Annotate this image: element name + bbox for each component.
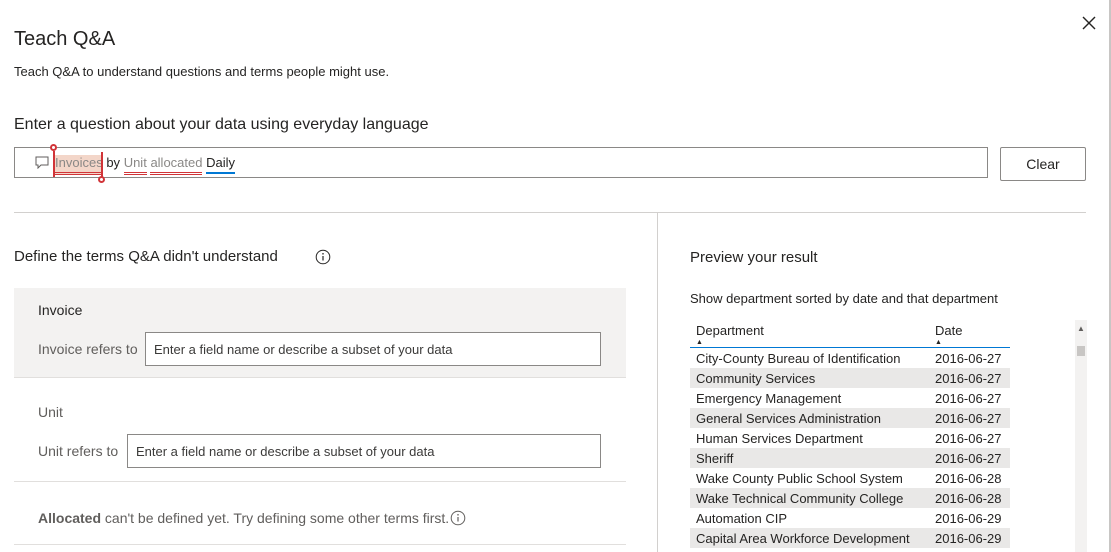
section-divider xyxy=(14,212,1086,213)
column-header-date[interactable]: Date xyxy=(935,323,962,338)
cell-department: Emergency Management xyxy=(696,391,842,406)
cell-department: Wake Technical Community College xyxy=(696,491,904,506)
dialog-subtitle: Teach Q&A to understand questions and te… xyxy=(14,64,390,79)
cell-date: 2016-06-29 xyxy=(935,531,1002,546)
preview-heading: Preview your result xyxy=(690,249,818,266)
term-separator xyxy=(14,481,626,482)
selection-handle-start[interactable] xyxy=(50,144,62,184)
info-icon[interactable] xyxy=(315,249,331,265)
table-row: Human Services Department 2016-06-27 xyxy=(690,428,1010,448)
allocated-term: Allocated xyxy=(38,510,102,526)
selection-handle-end[interactable] xyxy=(98,152,110,186)
column-header-department[interactable]: Department xyxy=(696,323,764,338)
cell-date: 2016-06-27 xyxy=(935,431,1002,446)
cell-department: General Services Administration xyxy=(696,411,881,426)
cell-department: Sheriff xyxy=(696,451,734,466)
token-allocated[interactable]: allocated xyxy=(150,155,203,175)
table-row: Community Services 2016-06-27 xyxy=(690,368,1010,388)
define-terms-heading: Define the terms Q&A didn't understand xyxy=(14,248,278,265)
allocated-note: Allocated can't be defined yet. Try defi… xyxy=(38,510,449,526)
chat-bubble-icon xyxy=(35,156,49,169)
sort-ascending-icon: ▲ xyxy=(935,339,942,346)
table-row: General Services Administration 2016-06-2… xyxy=(690,408,1010,428)
token-daily[interactable]: Daily xyxy=(206,155,236,174)
cell-date: 2016-06-28 xyxy=(935,491,1002,506)
cell-date: 2016-06-29 xyxy=(935,511,1002,526)
table-header: Department ▲ Date ▲ xyxy=(690,322,1010,348)
table-row: Capital Area Workforce Development 2016-0… xyxy=(690,528,1010,548)
table-row: Automation CIP 2016-06-29 xyxy=(690,508,1010,528)
cell-date: 2016-06-27 xyxy=(935,391,1002,406)
scroll-up-icon[interactable]: ▲ xyxy=(1077,324,1085,333)
invoice-definition-input[interactable] xyxy=(145,332,601,366)
unit-term-name: Unit xyxy=(38,404,63,420)
cell-department: Automation CIP xyxy=(696,511,788,526)
token-unit[interactable]: Unit xyxy=(123,155,147,175)
preview-table: Department ▲ Date ▲ City-County Bureau o… xyxy=(690,322,1010,548)
close-icon xyxy=(1082,16,1096,30)
table-row: City-County Bureau of Identification 2016… xyxy=(690,348,1010,368)
preview-caption: Show department sorted by date and that … xyxy=(690,291,998,306)
scroll-thumb[interactable] xyxy=(1077,346,1085,356)
allocated-info-icon[interactable] xyxy=(450,510,466,526)
cell-date: 2016-06-27 xyxy=(935,371,1002,386)
invoice-term-name: Invoice xyxy=(38,302,83,318)
dialog-title: Teach Q&A xyxy=(14,28,116,50)
panel-divider xyxy=(657,213,658,552)
table-row: Wake Technical Community College 2016-06-… xyxy=(690,488,1010,508)
unit-definition-input[interactable] xyxy=(127,434,601,468)
allocated-message: can't be defined yet. Try defining some … xyxy=(104,510,450,526)
cell-date: 2016-06-27 xyxy=(935,451,1002,466)
cell-department: Human Services Department xyxy=(696,431,863,446)
sort-ascending-icon: ▲ xyxy=(696,339,703,346)
cell-date: 2016-06-27 xyxy=(935,351,1002,366)
invoice-refers-label: Invoice refers to xyxy=(38,341,138,357)
unit-refers-label: Unit refers to xyxy=(38,443,119,459)
close-button[interactable] xyxy=(1078,12,1100,34)
question-input[interactable]: Invoices by Unit allocated Daily xyxy=(14,147,988,178)
cell-department: City-County Bureau of Identification xyxy=(696,351,901,366)
table-row: Wake County Public School System 2016-06-… xyxy=(690,468,1010,488)
question-heading: Enter a question about your data using e… xyxy=(14,116,429,133)
cell-department: Community Services xyxy=(696,371,816,386)
cell-department: Wake County Public School System xyxy=(696,471,903,486)
question-text[interactable]: Invoices by Unit allocated Daily xyxy=(55,155,236,175)
token-invoices[interactable]: Invoices xyxy=(55,155,103,175)
table-body: City-County Bureau of Identification 2016… xyxy=(690,348,1010,548)
cell-department: Capital Area Workforce Development xyxy=(696,531,910,546)
preview-scrollbar[interactable]: ▲ xyxy=(1075,320,1087,552)
cell-date: 2016-06-27 xyxy=(935,411,1002,426)
table-row: Sheriff 2016-06-27 xyxy=(690,448,1010,468)
cell-date: 2016-06-28 xyxy=(935,471,1002,486)
clear-button[interactable]: Clear xyxy=(1000,147,1086,181)
term-separator-bottom xyxy=(14,544,626,545)
table-row: Emergency Management 2016-06-27 xyxy=(690,388,1010,408)
